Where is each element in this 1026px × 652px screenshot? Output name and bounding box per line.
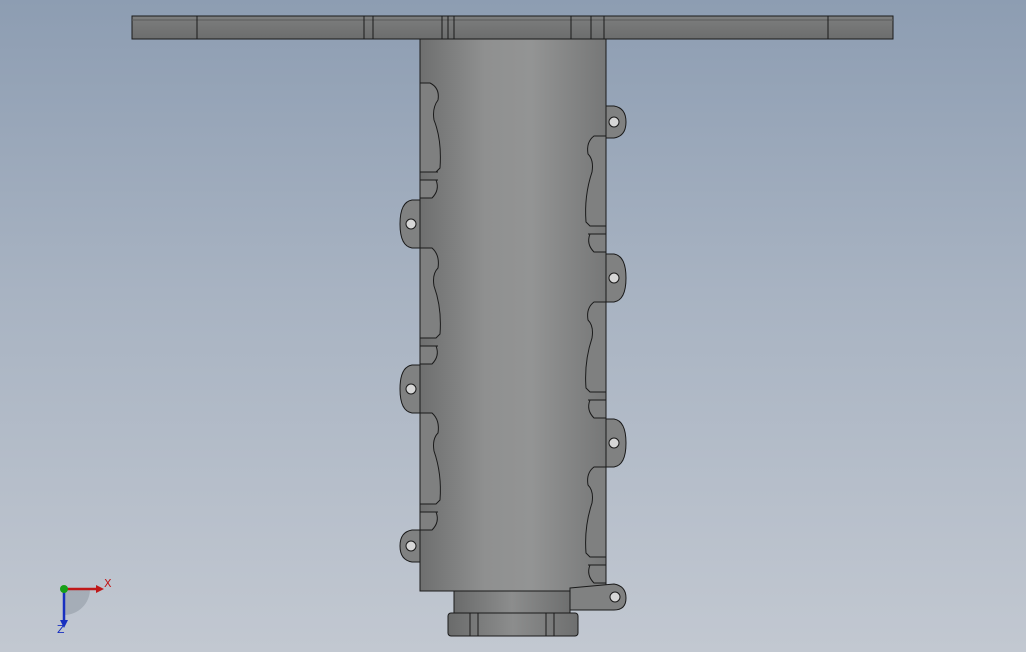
triad-x-arrow-icon bbox=[96, 585, 104, 593]
cad-graphics-area[interactable]: X Z bbox=[0, 0, 1026, 652]
cylinder-body[interactable] bbox=[419, 38, 607, 592]
triad-x-label: X bbox=[104, 577, 112, 590]
bottom-flange[interactable] bbox=[447, 590, 579, 637]
orientation-triad: X Z bbox=[57, 577, 112, 636]
left-mounting-lugs[interactable] bbox=[399, 199, 421, 563]
left-contour-features bbox=[419, 82, 441, 531]
model-view[interactable]: X Z bbox=[0, 0, 1026, 652]
triad-plane-indicator bbox=[64, 589, 90, 615]
triad-z-label: Z bbox=[57, 623, 65, 636]
triad-y-axis-dot-icon bbox=[60, 585, 68, 593]
top-mounting-plate[interactable] bbox=[131, 15, 894, 40]
right-contour-features bbox=[585, 135, 607, 584]
